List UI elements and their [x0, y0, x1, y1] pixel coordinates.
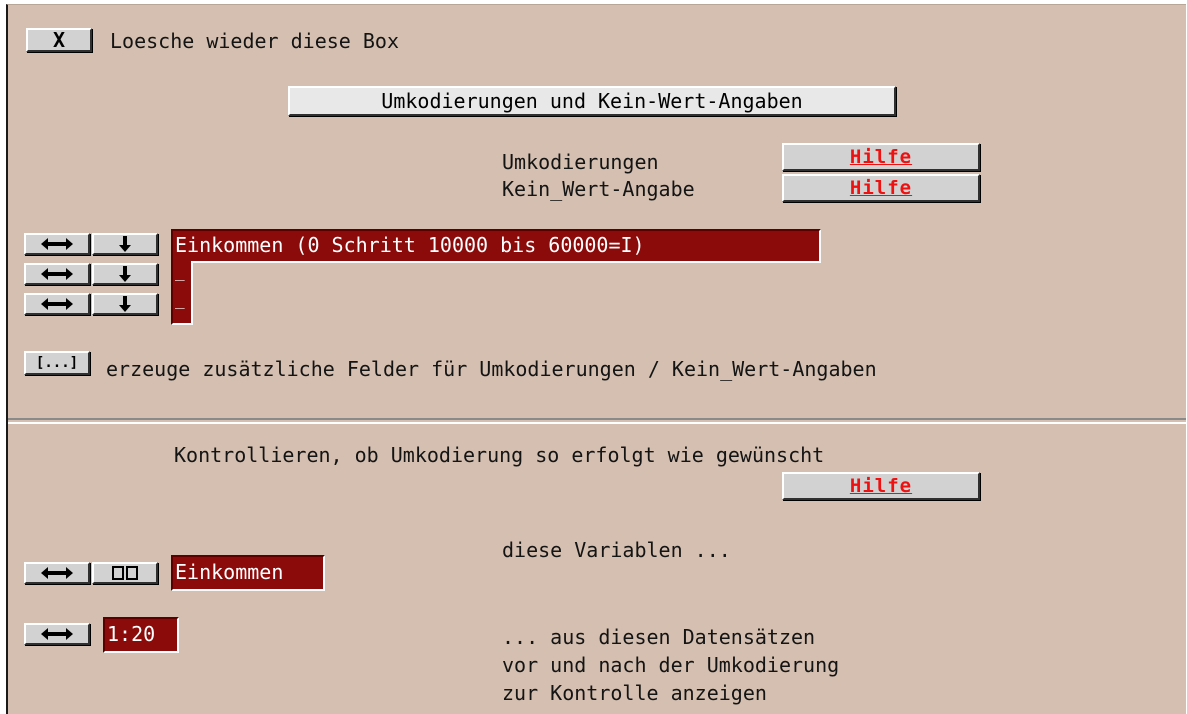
keinwert-help-button[interactable]: Hilfe — [782, 174, 980, 202]
control-heading: Kontrollieren, ob Umkodierung so erfolgt… — [174, 443, 825, 467]
down-arrow-icon — [119, 296, 131, 312]
keinwert-help-label: Hilfe — [849, 177, 913, 199]
recode-swap-button-1[interactable] — [24, 233, 90, 255]
recode-field-2[interactable]: _ — [171, 261, 193, 291]
close-label: Loesche wieder diese Box — [110, 29, 399, 53]
columns-icon — [112, 566, 138, 580]
records-line-3: zur Kontrolle anzeigen — [502, 681, 767, 705]
left-right-arrow-icon — [41, 238, 73, 250]
add-fields-button[interactable]: [...] — [24, 351, 90, 375]
umkodierungen-help-label: Hilfe — [849, 146, 913, 168]
close-button[interactable]: X — [26, 28, 92, 52]
left-right-arrow-icon — [41, 628, 73, 640]
recode-panel: X Loesche wieder diese Box Umkodierungen… — [6, 4, 1186, 714]
control-help-label: Hilfe — [849, 475, 913, 497]
close-button-label: X — [52, 28, 66, 52]
variable-columns-button[interactable] — [92, 562, 158, 584]
variables-label: diese Variablen ... — [502, 538, 731, 562]
keinwert-label: Kein_Wert-Angabe — [502, 177, 695, 201]
control-help-button[interactable]: Hilfe — [782, 472, 980, 500]
left-right-arrow-icon — [41, 268, 73, 280]
records-swap-button[interactable] — [24, 623, 90, 645]
recode-field-1[interactable]: Einkommen (0 Schritt 10000 bis 60000=I) — [171, 229, 821, 263]
recode-field-3[interactable]: _ — [171, 289, 193, 325]
left-right-arrow-icon — [41, 567, 73, 579]
recode-down-button-3[interactable] — [92, 293, 158, 315]
section-divider — [8, 418, 1186, 420]
records-line-2: vor und nach der Umkodierung — [502, 653, 840, 677]
section-divider-highlight — [8, 422, 1186, 424]
left-right-arrow-icon — [41, 298, 73, 310]
records-field[interactable]: 1:20 — [103, 617, 179, 653]
recode-swap-button-2[interactable] — [24, 263, 90, 285]
records-line-1: ... aus diesen Datensätzen — [502, 625, 816, 649]
variable-swap-button[interactable] — [24, 562, 90, 584]
recode-swap-button-3[interactable] — [24, 293, 90, 315]
down-arrow-icon — [119, 266, 131, 282]
recode-down-button-2[interactable] — [92, 263, 158, 285]
add-fields-label: erzeuge zusätzliche Felder für Umkodieru… — [106, 357, 877, 381]
umkodierungen-label: Umkodierungen — [502, 150, 659, 174]
title-button-label: Umkodierungen und Kein-Wert-Angaben — [381, 89, 803, 113]
recode-down-button-1[interactable] — [92, 233, 158, 255]
variable-field[interactable]: Einkommen — [171, 555, 325, 591]
title-button[interactable]: Umkodierungen und Kein-Wert-Angaben — [288, 86, 896, 116]
umkodierungen-help-button[interactable]: Hilfe — [782, 143, 980, 171]
down-arrow-icon — [119, 236, 131, 252]
add-fields-button-label: [...] — [35, 355, 79, 371]
